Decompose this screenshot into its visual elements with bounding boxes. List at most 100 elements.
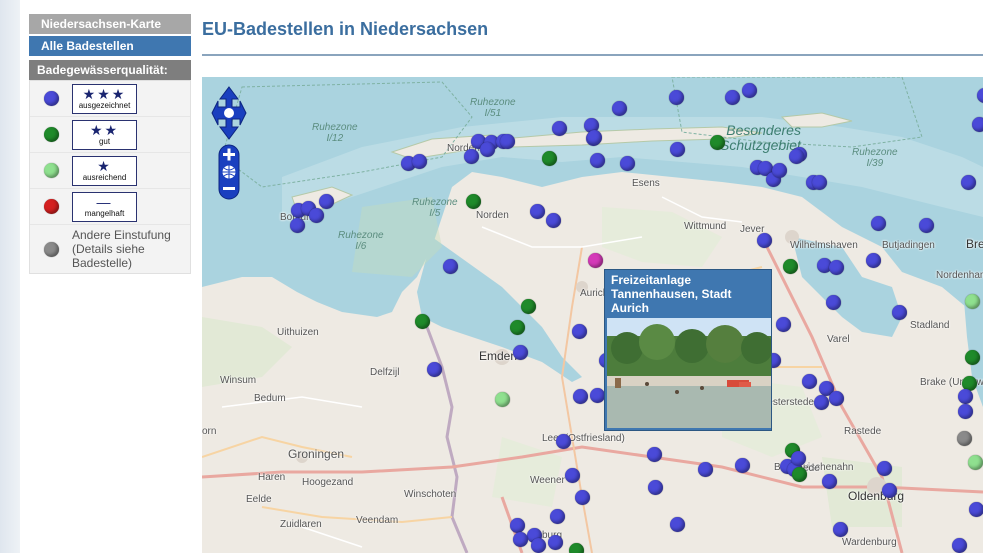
blue-marker-icon[interactable] (530, 204, 545, 219)
green-marker-icon[interactable] (710, 135, 725, 150)
blue-marker-icon[interactable] (587, 130, 602, 145)
blue-marker-icon[interactable] (573, 389, 588, 404)
green-dot-icon (43, 127, 59, 142)
map-label-town: Wardenburg (842, 537, 897, 548)
blue-marker-icon[interactable] (612, 101, 627, 116)
blue-marker-icon[interactable] (829, 391, 844, 406)
rating-badge-poor: — mangelhaft (72, 191, 137, 222)
blue-marker-icon[interactable] (550, 509, 565, 524)
blue-marker-icon[interactable] (565, 468, 580, 483)
blue-marker-icon[interactable] (833, 522, 848, 537)
blue-marker-icon[interactable] (309, 208, 324, 223)
light-green-marker-icon[interactable] (965, 294, 980, 309)
blue-marker-icon[interactable] (725, 90, 740, 105)
grey-marker-icon[interactable] (957, 431, 972, 446)
blue-marker-icon[interactable] (572, 324, 587, 339)
blue-marker-icon[interactable] (969, 502, 983, 517)
blue-marker-icon[interactable] (427, 362, 442, 377)
blue-marker-icon[interactable] (958, 404, 973, 419)
blue-marker-icon[interactable] (620, 156, 635, 171)
pan-control[interactable] (210, 85, 248, 146)
sidebar: Niedersachsen-Karte Alle Badestellen Bad… (29, 14, 191, 274)
blue-marker-icon[interactable] (882, 483, 897, 498)
blue-marker-icon[interactable] (871, 216, 886, 231)
dash-icon: — (96, 194, 113, 210)
blue-marker-icon[interactable] (757, 233, 772, 248)
blue-marker-icon[interactable] (802, 374, 817, 389)
blue-marker-icon[interactable] (669, 90, 684, 105)
blue-marker-icon[interactable] (826, 295, 841, 310)
legend-row-poor: — mangelhaft (30, 189, 190, 225)
two-stars-icon: ★★ (89, 122, 120, 138)
green-marker-icon[interactable] (792, 467, 807, 482)
map-label-town: Leer (Ostfriesland) (542, 433, 625, 444)
blue-marker-icon[interactable] (531, 538, 546, 553)
blue-marker-icon[interactable] (670, 142, 685, 157)
blue-marker-icon[interactable] (972, 117, 983, 132)
zoom-control[interactable] (218, 144, 240, 205)
blue-marker-icon[interactable] (548, 535, 563, 550)
selected-marker-icon[interactable] (588, 253, 603, 268)
blue-marker-icon[interactable] (822, 474, 837, 489)
blue-marker-icon[interactable] (958, 389, 973, 404)
blue-marker-icon[interactable] (877, 461, 892, 476)
map-label-town: Wilhelmshaven (790, 240, 858, 251)
map-label-town: Delfzijl (370, 367, 400, 378)
green-marker-icon[interactable] (415, 314, 430, 329)
blue-marker-icon[interactable] (735, 458, 750, 473)
blue-marker-icon[interactable] (647, 447, 662, 462)
green-marker-icon[interactable] (466, 194, 481, 209)
blue-marker-icon[interactable] (814, 395, 829, 410)
blue-marker-icon[interactable] (791, 451, 806, 466)
blue-marker-icon[interactable] (290, 218, 305, 233)
light-green-marker-icon[interactable] (495, 392, 510, 407)
blue-marker-icon[interactable] (866, 253, 881, 268)
blue-marker-icon[interactable] (464, 149, 479, 164)
blue-marker-icon[interactable] (742, 83, 757, 98)
light-green-dot-icon (43, 163, 59, 178)
map-view-button[interactable]: Niedersachsen-Karte (29, 14, 191, 34)
legend-row-other: Andere Einstufung (Details siehe Badeste… (30, 225, 190, 273)
blue-marker-icon[interactable] (412, 154, 427, 169)
blue-marker-icon[interactable] (443, 259, 458, 274)
blue-marker-icon[interactable] (648, 480, 663, 495)
green-marker-icon[interactable] (510, 320, 525, 335)
blue-marker-icon[interactable] (513, 345, 528, 360)
blue-marker-icon[interactable] (319, 194, 334, 209)
site-info-popup[interactable]: Freizeitanlage Tannenhausen, Stadt Auric… (604, 269, 772, 431)
blue-marker-icon[interactable] (789, 149, 804, 164)
map-viewport[interactable]: Ruhezone I/51 Ruhezone I/12 Ruhezone I/5… (202, 77, 983, 553)
blue-marker-icon[interactable] (892, 305, 907, 320)
blue-marker-icon[interactable] (500, 134, 515, 149)
blue-marker-icon[interactable] (776, 317, 791, 332)
blue-marker-icon[interactable] (961, 175, 976, 190)
blue-marker-icon[interactable] (698, 462, 713, 477)
blue-marker-icon[interactable] (552, 121, 567, 136)
green-marker-icon[interactable] (569, 543, 584, 553)
light-green-marker-icon[interactable] (968, 455, 983, 470)
blue-marker-icon[interactable] (772, 163, 787, 178)
blue-marker-icon[interactable] (590, 388, 605, 403)
green-marker-icon[interactable] (542, 151, 557, 166)
map-label-town: Winsum (220, 375, 257, 386)
all-bathing-sites-button[interactable]: Alle Badestellen (29, 36, 191, 56)
map-label-town: Veendam (356, 515, 399, 526)
blue-marker-icon[interactable] (513, 532, 528, 547)
blue-marker-icon[interactable] (590, 153, 605, 168)
blue-marker-icon[interactable] (670, 517, 685, 532)
blue-marker-icon[interactable] (812, 175, 827, 190)
green-marker-icon[interactable] (783, 259, 798, 274)
blue-marker-icon[interactable] (480, 142, 495, 157)
blue-marker-icon[interactable] (575, 490, 590, 505)
map-label-town: Weener (530, 475, 565, 486)
map-label-town: Winschoten (404, 489, 457, 500)
green-marker-icon[interactable] (965, 350, 980, 365)
green-marker-icon[interactable] (521, 299, 536, 314)
blue-marker-icon[interactable] (952, 538, 967, 553)
blue-dot-icon (43, 91, 59, 106)
blue-marker-icon[interactable] (556, 434, 571, 449)
blue-marker-icon[interactable] (510, 518, 525, 533)
blue-marker-icon[interactable] (919, 218, 934, 233)
blue-marker-icon[interactable] (829, 260, 844, 275)
blue-marker-icon[interactable] (546, 213, 561, 228)
